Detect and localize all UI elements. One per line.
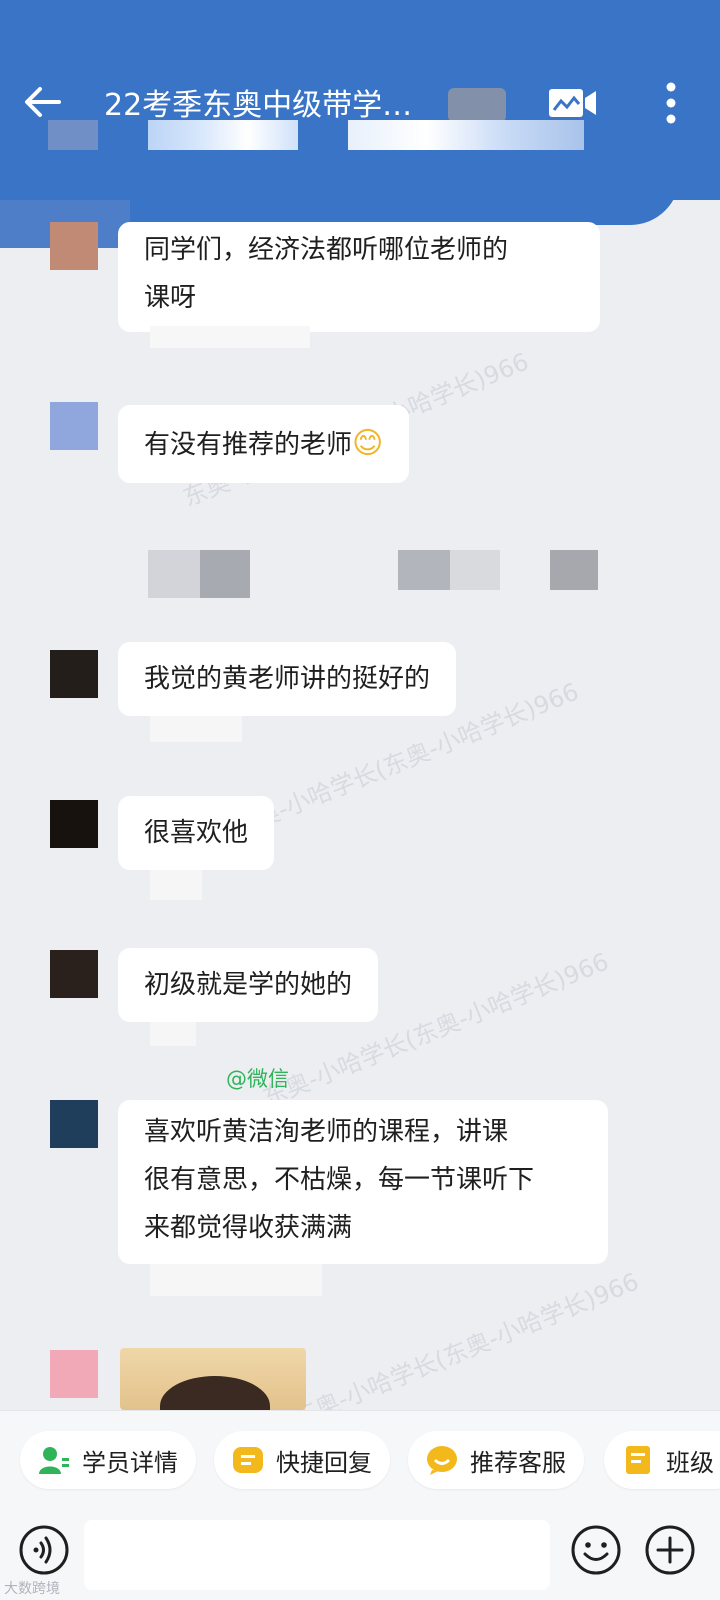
avatar[interactable]: [50, 650, 98, 698]
mosaic-blur: [448, 88, 506, 122]
mosaic-blur: [150, 870, 202, 900]
service-icon: [426, 1444, 458, 1476]
avatar[interactable]: [50, 1350, 98, 1398]
back-button[interactable]: [18, 78, 66, 126]
message-text-line: 同学们，经济法都听哪位老师的: [144, 235, 509, 265]
message-bubble[interactable]: 有没有推荐的老师😊: [118, 405, 410, 483]
video-call-button[interactable]: [548, 86, 598, 120]
smiley-icon: [571, 1525, 621, 1575]
photo-detail: [160, 1376, 270, 1410]
mosaic-blur: [200, 550, 250, 598]
chip-student-details[interactable]: 学员详情: [20, 1431, 196, 1489]
more-options-button[interactable]: [656, 80, 686, 126]
video-call-icon: [549, 89, 596, 117]
message-bubble[interactable]: 喜欢听黄洁洵老师的课程，讲课 很有意思，不枯燥，每一节课听下 来都觉得收获满满: [118, 1100, 608, 1264]
chip-quick-reply[interactable]: 快捷回复: [214, 1431, 390, 1489]
footer-watermark: 大数跨境: [4, 1581, 60, 1597]
message-text-line: 很有意思，不枯燥，每一节课听下: [144, 1165, 535, 1195]
image-message[interactable]: [120, 1348, 306, 1410]
quick-action-bar: 学员详情 快捷回复 推荐客服 班级: [0, 1410, 720, 1510]
message-bubble[interactable]: 很喜欢他: [118, 796, 275, 870]
mosaic-blur: [150, 716, 242, 742]
mosaic-blur: [148, 550, 200, 598]
arrow-left-icon: [25, 87, 61, 117]
input-bar: [0, 1510, 720, 1600]
message-bubble[interactable]: 初级就是学的她的: [118, 948, 379, 1022]
message-input[interactable]: [84, 1520, 550, 1590]
message-text-line: 来都觉得收获满满: [144, 1213, 353, 1243]
mosaic-blur: [550, 550, 598, 590]
group-title: 22考季东奥中级带学…: [104, 88, 413, 123]
emoji-button[interactable]: [570, 1524, 622, 1576]
source-label: @微信: [226, 1067, 289, 1091]
message-text: 初级就是学的她的: [144, 970, 353, 1000]
avatar[interactable]: [50, 402, 98, 450]
watermark: 东奥-小哈学长(东奥-小哈学长)966: [289, 1267, 643, 1433]
more-vertical-icon: [666, 82, 676, 124]
message-text: 我觉的黄老师讲的挺好的: [144, 664, 431, 694]
avatar[interactable]: [50, 950, 98, 998]
message-bubble[interactable]: 我觉的黄老师讲的挺好的: [118, 642, 457, 716]
chip-label: 班级: [666, 1448, 714, 1477]
mosaic-blur: [48, 120, 98, 150]
avatar[interactable]: [50, 1100, 98, 1148]
chip-label: 推荐客服: [470, 1448, 566, 1477]
class-icon: [622, 1444, 654, 1476]
chip-class[interactable]: 班级: [604, 1431, 720, 1489]
chip-recommend-service[interactable]: 推荐客服: [408, 1431, 584, 1489]
mosaic-blur: [150, 1022, 196, 1046]
message-bubble[interactable]: 同学们，经济法都听哪位老师的 课呀: [118, 222, 600, 332]
user-detail-icon: [38, 1444, 70, 1476]
mosaic-blur: [398, 550, 450, 590]
mosaic-blur: [150, 326, 310, 348]
message-text: 有没有推荐的老师: [144, 430, 353, 460]
mosaic-blur: [148, 120, 298, 150]
plus-button[interactable]: [644, 1524, 696, 1576]
avatar[interactable]: [50, 222, 98, 270]
message-text-line: 喜欢听黄洁洵老师的课程，讲课: [144, 1117, 509, 1147]
message-text: 很喜欢他: [144, 818, 249, 848]
mosaic-blur: [150, 1264, 322, 1296]
plus-circle-icon: [645, 1525, 695, 1575]
voice-icon: [19, 1525, 69, 1575]
mosaic-blur: [450, 550, 500, 590]
quick-reply-icon: [232, 1444, 264, 1476]
chip-label: 快捷回复: [276, 1448, 372, 1477]
avatar[interactable]: [50, 800, 98, 848]
chip-label: 学员详情: [82, 1448, 178, 1477]
emoji-icon: 😊: [352, 426, 384, 461]
mosaic-blur: [348, 120, 584, 150]
voice-button[interactable]: [18, 1524, 70, 1576]
message-text-line: 课呀: [144, 283, 197, 313]
